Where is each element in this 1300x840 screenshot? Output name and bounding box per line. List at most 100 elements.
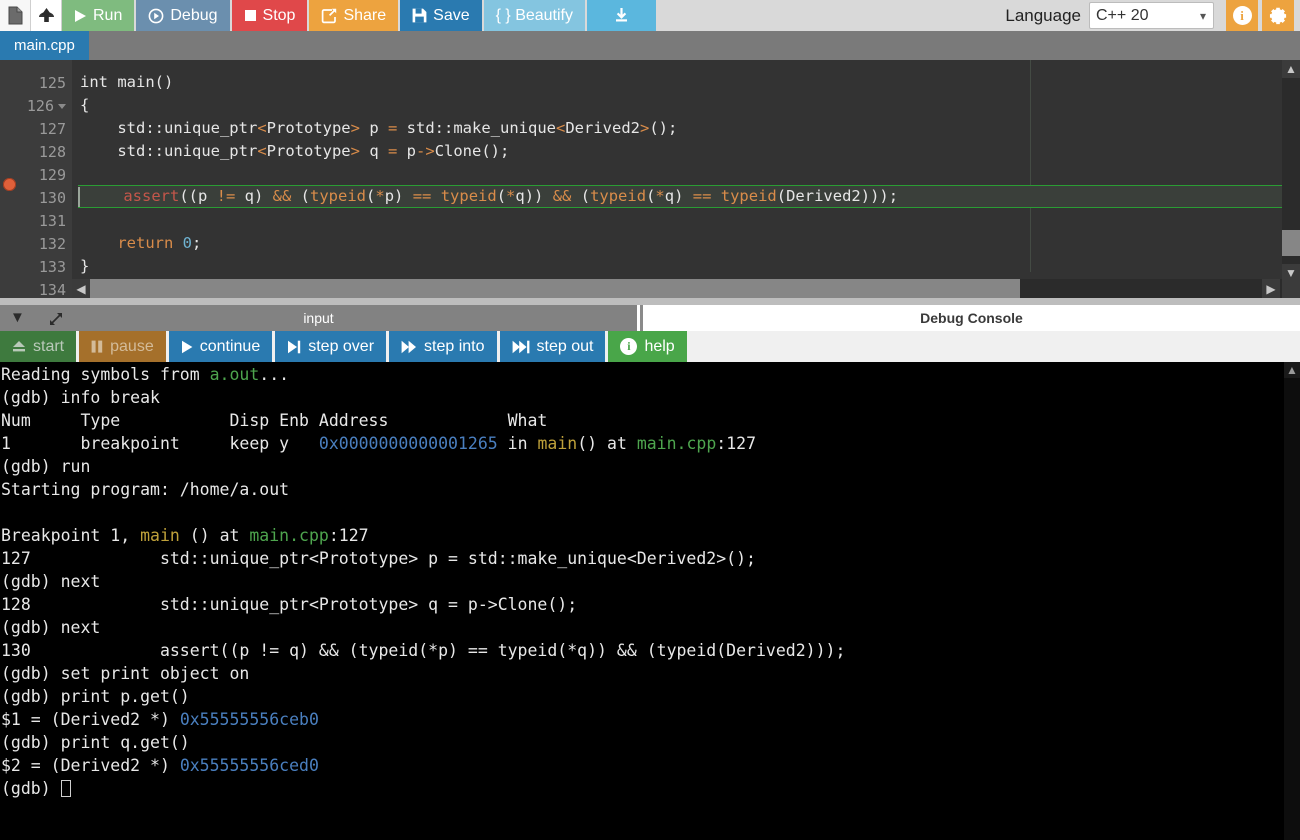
- line-number-text: 126: [27, 97, 54, 115]
- editor-code-area[interactable]: int main() { std::unique_ptr<Prototype> …: [72, 60, 1300, 298]
- panel-splitter[interactable]: [0, 298, 1300, 305]
- fold-arrow-icon[interactable]: [58, 104, 66, 109]
- code-line-128[interactable]: std::unique_ptr<Prototype> q = p->Clone(…: [72, 140, 1300, 163]
- code-line-125[interactable]: int main(): [72, 71, 1300, 94]
- main-toolbar: Run Debug Stop Share Save { } Beautify: [0, 0, 1300, 31]
- language-select-value: C++ 20: [1096, 7, 1148, 25]
- debug-continue-label: continue: [200, 338, 261, 356]
- run-button[interactable]: Run: [62, 0, 134, 31]
- step-out-icon: [512, 340, 530, 354]
- play-icon: [181, 340, 193, 354]
- debug-step-out-button[interactable]: step out: [500, 331, 606, 362]
- debug-step-out-label: step out: [537, 338, 594, 356]
- debug-help-button[interactable]: i help: [608, 331, 686, 362]
- code-editor[interactable]: 125 126 127 128 129 130 131 132 133 134 …: [0, 60, 1300, 298]
- floppy-save-icon: [412, 8, 427, 23]
- debug-control-bar: start pause continue step over step into…: [0, 331, 1300, 362]
- play-icon: [74, 9, 87, 23]
- scroll-up-arrow-icon[interactable]: ▲: [1282, 60, 1300, 78]
- debug-console-output[interactable]: Reading symbols from a.out... (gdb) info…: [0, 362, 1300, 840]
- debug-button-label: Debug: [170, 7, 217, 25]
- line-number: 134: [0, 278, 72, 298]
- tab-input[interactable]: input: [0, 305, 637, 331]
- stop-button[interactable]: Stop: [232, 0, 308, 31]
- tab-main-cpp[interactable]: main.cpp: [0, 31, 89, 60]
- stop-button-label: Stop: [263, 7, 296, 25]
- line-number: 128: [0, 140, 72, 163]
- code-line-133[interactable]: }: [72, 255, 1300, 278]
- scroll-up-arrow-icon[interactable]: ▲: [1284, 362, 1300, 378]
- upload-icon: [37, 6, 56, 25]
- debug-step-into-label: step into: [424, 338, 484, 356]
- debug-step-over-button[interactable]: step over: [275, 331, 386, 362]
- code-line-126[interactable]: {: [72, 94, 1300, 117]
- eject-icon: [12, 340, 26, 353]
- expand-panel-button[interactable]: [48, 311, 64, 327]
- code-line-130-active[interactable]: assert((p != q) && (typeid(*p) == typeid…: [78, 185, 1282, 208]
- scroll-left-arrow-icon[interactable]: ◀: [72, 279, 90, 298]
- share-export-icon: [321, 8, 337, 24]
- step-into-icon: [401, 340, 417, 354]
- line-number: 131: [0, 209, 72, 232]
- stop-square-icon: [244, 9, 257, 22]
- debug-pause-label: pause: [110, 338, 154, 356]
- editor-gutter[interactable]: 125 126 127 128 129 130 131 132 133 134: [0, 60, 72, 298]
- line-number: 133: [0, 255, 72, 278]
- download-icon: [613, 7, 630, 24]
- beautify-button[interactable]: { } Beautify: [484, 0, 585, 31]
- collapse-panel-button[interactable]: ▼: [10, 310, 25, 326]
- editor-horizontal-scroll-thumb[interactable]: [90, 279, 1020, 298]
- new-file-button[interactable]: [0, 0, 31, 31]
- language-select[interactable]: C++ 20 ▾: [1089, 2, 1214, 29]
- download-button[interactable]: [587, 0, 656, 31]
- tab-input-label: input: [303, 310, 333, 326]
- save-button-label: Save: [433, 7, 469, 25]
- console-text: Reading symbols from a.out... (gdb) info…: [0, 362, 1284, 800]
- pause-icon: [91, 340, 103, 353]
- file-icon: [8, 6, 23, 25]
- line-number: 129: [0, 163, 72, 186]
- editor-tab-bar: main.cpp: [0, 31, 1300, 60]
- run-button-label: Run: [93, 7, 122, 25]
- debug-circle-play-icon: [148, 8, 164, 24]
- save-button[interactable]: Save: [400, 0, 481, 31]
- language-label: Language: [1005, 6, 1081, 26]
- terminal-cursor: [61, 780, 71, 797]
- line-number: 130: [0, 186, 72, 209]
- debug-continue-button[interactable]: continue: [169, 331, 273, 362]
- panel-tab-bar: input ▼ Debug Console: [0, 305, 1300, 331]
- debug-help-label: help: [644, 338, 674, 356]
- tab-debug-console-label: Debug Console: [920, 310, 1023, 326]
- code-line-129[interactable]: [72, 163, 1300, 186]
- editor-vertical-scroll-thumb[interactable]: [1282, 230, 1300, 256]
- info-button[interactable]: i: [1226, 0, 1258, 31]
- share-button-label: Share: [343, 7, 386, 25]
- share-button[interactable]: Share: [309, 0, 398, 31]
- editor-horizontal-scrollbar[interactable]: ◀ ▶: [72, 279, 1282, 298]
- console-vertical-scrollbar[interactable]: ▲: [1284, 362, 1300, 840]
- editor-vertical-scrollbar[interactable]: ▲ ▼: [1282, 60, 1300, 282]
- cursor-bar: [78, 187, 80, 207]
- settings-button[interactable]: [1262, 0, 1294, 31]
- scroll-right-arrow-icon[interactable]: ▶: [1262, 279, 1280, 298]
- code-line-132[interactable]: return 0;: [72, 232, 1300, 255]
- gear-icon: [1269, 6, 1288, 25]
- line-number-text: 127: [39, 120, 66, 138]
- tab-main-cpp-label: main.cpp: [14, 37, 75, 54]
- expand-diagonal-icon: [48, 311, 64, 327]
- step-over-icon: [287, 340, 301, 354]
- debug-start-button[interactable]: start: [0, 331, 76, 362]
- code-line-131[interactable]: [72, 209, 1300, 232]
- debug-pause-button[interactable]: pause: [79, 331, 166, 362]
- beautify-button-label: { } Beautify: [496, 7, 573, 25]
- line-number: 132: [0, 232, 72, 255]
- line-number-breakpoint: 127: [0, 117, 72, 140]
- upload-file-button[interactable]: [31, 0, 62, 31]
- debug-button[interactable]: Debug: [136, 0, 229, 31]
- chevron-down-icon: ▾: [1200, 9, 1206, 23]
- line-number: 126: [0, 94, 72, 117]
- code-line-127[interactable]: std::unique_ptr<Prototype> p = std::make…: [72, 117, 1300, 140]
- debug-step-into-button[interactable]: step into: [389, 331, 496, 362]
- info-icon: i: [1233, 6, 1252, 25]
- tab-debug-console[interactable]: Debug Console: [640, 305, 1300, 331]
